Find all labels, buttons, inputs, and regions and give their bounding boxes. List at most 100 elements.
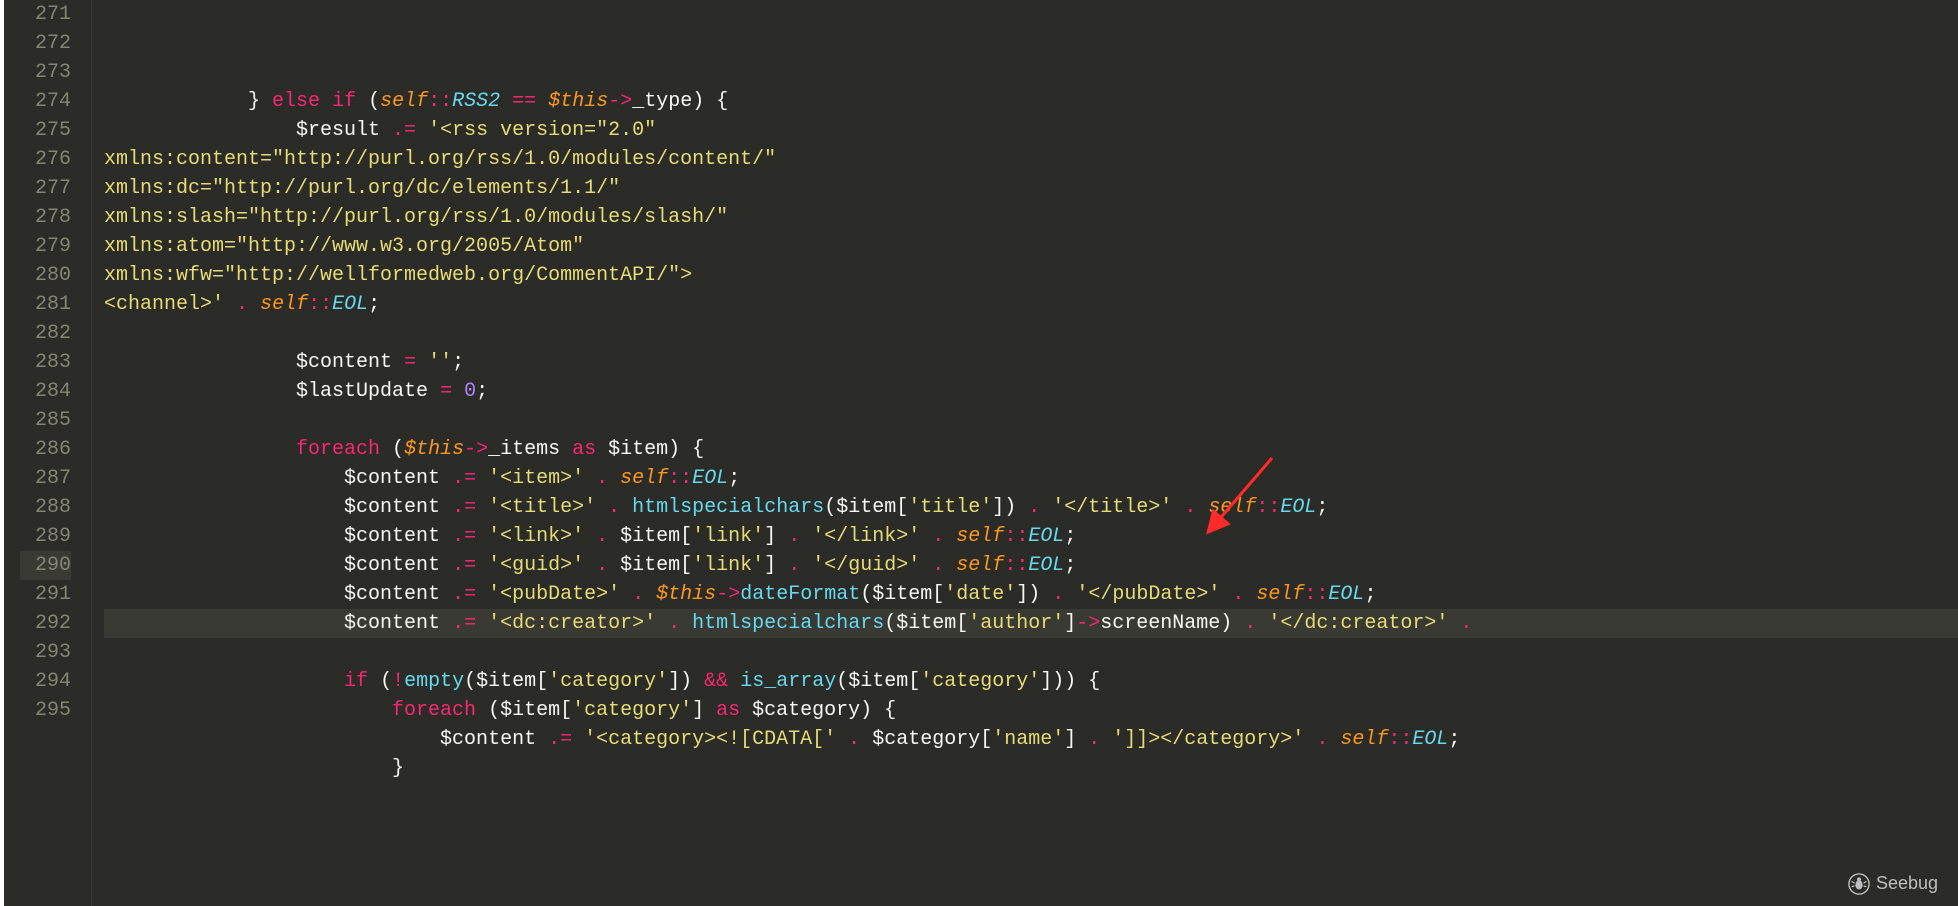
code-token: 'category'	[920, 670, 1040, 693]
code-token: ])	[1016, 583, 1052, 606]
code-line[interactable]: foreach ($item['category'] as $category)…	[104, 696, 1958, 725]
code-token: 0	[464, 380, 476, 403]
code-line[interactable]: $content .= '<guid>' . $item['link'] . '…	[104, 551, 1958, 580]
code-token	[536, 90, 548, 113]
code-token: EOL	[1412, 728, 1448, 751]
code-token: ::	[1004, 525, 1028, 548]
code-token: !	[392, 670, 404, 693]
code-token: ($item[	[860, 583, 944, 606]
line-number: 275	[20, 116, 71, 145]
code-token: ::	[1304, 583, 1328, 606]
code-line[interactable]: foreach ($this->_items as $item) {	[104, 435, 1958, 464]
code-line[interactable]	[104, 638, 1958, 667]
code-token: ;	[1316, 496, 1328, 519]
line-number: 276	[20, 145, 71, 174]
code-token: '<item>'	[488, 467, 584, 490]
code-token: ']]></category>'	[1112, 728, 1304, 751]
code-editor[interactable]: 2712722732742752762772782792802812822832…	[4, 0, 1958, 906]
code-token	[224, 293, 236, 316]
code-line[interactable]: $result .= '<rss version="2.0"	[104, 116, 1958, 145]
code-token: 'author'	[968, 612, 1064, 635]
code-token: '<link>'	[488, 525, 584, 548]
code-token	[476, 525, 488, 548]
code-token: '</pubDate>'	[1076, 583, 1220, 606]
code-token: ::	[1388, 728, 1412, 751]
code-line[interactable]: $content .= '<category><![CDATA[' . $cat…	[104, 725, 1958, 754]
code-token	[728, 670, 740, 693]
code-token	[1448, 612, 1460, 635]
code-token: $content	[104, 496, 452, 519]
code-line[interactable]	[104, 406, 1958, 435]
code-token: <channel>'	[104, 293, 224, 316]
code-token	[1244, 583, 1256, 606]
code-token	[1220, 583, 1232, 606]
code-token: .	[1232, 583, 1244, 606]
code-token	[248, 293, 260, 316]
code-line[interactable]: if (!empty($item['category']) && is_arra…	[104, 667, 1958, 696]
code-line[interactable]: $content .= '<link>' . $item['link'] . '…	[104, 522, 1958, 551]
code-token	[1172, 496, 1184, 519]
code-token: EOL	[1328, 583, 1364, 606]
line-number: 290	[20, 551, 71, 580]
code-token: .=	[452, 583, 476, 606]
code-token: $item[	[608, 554, 692, 577]
code-line[interactable]	[104, 58, 1958, 87]
code-token: htmlspecialchars	[632, 496, 824, 519]
code-token: '<title>'	[488, 496, 596, 519]
code-token: _items	[488, 438, 572, 461]
line-number: 271	[20, 0, 71, 29]
code-token: $this	[548, 90, 608, 113]
code-token: ]	[692, 699, 716, 722]
code-token: ($item[	[884, 612, 968, 635]
code-token: ::	[428, 90, 452, 113]
line-number: 282	[20, 319, 71, 348]
code-line[interactable]: }	[104, 754, 1958, 783]
code-line[interactable]: <channel>' . self::EOL;	[104, 290, 1958, 319]
code-token: }	[104, 757, 404, 780]
code-area[interactable]: } else if (self::RSS2 == $this->_type) {…	[92, 0, 1958, 906]
code-token: '<category><![CDATA['	[584, 728, 836, 751]
code-token: 'name'	[992, 728, 1064, 751]
code-token: $this	[656, 583, 716, 606]
line-number: 273	[20, 58, 71, 87]
code-token: .=	[452, 496, 476, 519]
code-line[interactable]: xmlns:dc="http://purl.org/dc/elements/1.…	[104, 174, 1958, 203]
code-token	[476, 467, 488, 490]
code-token: .	[848, 728, 860, 751]
code-token: dateFormat	[740, 583, 860, 606]
code-line[interactable]: xmlns:atom="http://www.w3.org/2005/Atom"	[104, 232, 1958, 261]
code-token: if	[344, 670, 368, 693]
line-number: 274	[20, 87, 71, 116]
code-token	[800, 525, 812, 548]
code-line[interactable]: $content .= '<dc:creator>' . htmlspecial…	[104, 609, 1958, 638]
code-token	[584, 554, 596, 577]
code-token: self	[956, 525, 1004, 548]
code-token	[584, 525, 596, 548]
code-token: is_array	[740, 670, 836, 693]
code-token	[800, 554, 812, 577]
code-token	[620, 583, 632, 606]
code-line[interactable]	[104, 319, 1958, 348]
line-number: 272	[20, 29, 71, 58]
code-line[interactable]: $content = '';	[104, 348, 1958, 377]
code-token: .=	[452, 525, 476, 548]
code-token: .	[1244, 612, 1256, 635]
code-token: .	[932, 525, 944, 548]
code-token	[476, 583, 488, 606]
code-token: 'link'	[692, 525, 764, 548]
code-line[interactable]: xmlns:slash="http://purl.org/rss/1.0/mod…	[104, 203, 1958, 232]
code-line[interactable]: $content .= '<pubDate>' . $this->dateFor…	[104, 580, 1958, 609]
code-line[interactable]: } else if (self::RSS2 == $this->_type) {	[104, 87, 1958, 116]
code-token: ->	[716, 583, 740, 606]
code-token: xmlns:atom="http://www.w3.org/2005/Atom"	[104, 235, 584, 258]
code-token: .	[788, 525, 800, 548]
code-line[interactable]: xmlns:content="http://purl.org/rss/1.0/m…	[104, 145, 1958, 174]
code-line[interactable]: $content .= '<title>' . htmlspecialchars…	[104, 493, 1958, 522]
code-token: self	[260, 293, 308, 316]
code-line[interactable]: $lastUpdate = 0;	[104, 377, 1958, 406]
code-line[interactable]: $content .= '<item>' . self::EOL;	[104, 464, 1958, 493]
code-token: '<dc:creator>'	[488, 612, 656, 635]
line-number: 280	[20, 261, 71, 290]
code-line[interactable]: xmlns:wfw="http://wellformedweb.org/Comm…	[104, 261, 1958, 290]
watermark-text: Seebug	[1876, 869, 1938, 898]
